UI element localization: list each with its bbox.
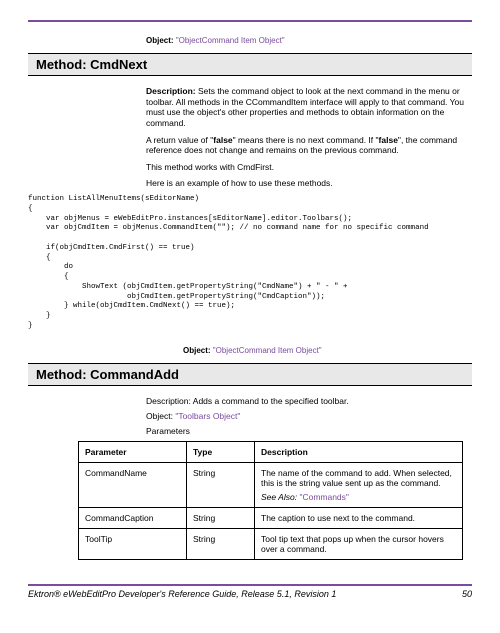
- footer-title: Ektron® eWebEditPro Developer's Referenc…: [28, 589, 336, 599]
- object-reference-1: Object: "ObjectCommand Item Object": [28, 36, 472, 45]
- header-description: Description: [255, 441, 463, 462]
- toolbars-object-link[interactable]: "Toolbars Object": [175, 411, 240, 421]
- object-label: Object:: [146, 411, 173, 421]
- page-number: 50: [462, 589, 472, 599]
- object-reference-2: Object: "ObjectCommand Item Object": [28, 346, 472, 355]
- object-label: Object:: [183, 346, 211, 355]
- parameters-table: Parameter Type Description CommandName S…: [78, 441, 463, 560]
- commands-link[interactable]: "Commands": [299, 492, 349, 502]
- object-label: Object:: [146, 36, 174, 45]
- see-also-label: See Also:: [261, 492, 299, 502]
- method-heading-commandadd: Method: CommandAdd: [28, 363, 472, 386]
- description-label: Description:: [146, 396, 191, 406]
- param-desc: Tool tip text that pops up when the curs…: [255, 528, 463, 559]
- code-example: function ListAllMenuItems(sEditorName) {…: [28, 195, 472, 332]
- cmdnext-description: Description: Sets the command object to …: [28, 86, 472, 189]
- param-type: String: [187, 528, 255, 559]
- header-type: Type: [187, 441, 255, 462]
- method-heading-cmdnext: Method: CmdNext: [28, 53, 472, 76]
- param-type: String: [187, 462, 255, 507]
- object-link[interactable]: "ObjectCommand Item Object": [176, 36, 285, 45]
- example-intro: Here is an example of how to use these m…: [146, 178, 472, 189]
- top-rule: [28, 20, 472, 22]
- table-row: CommandCaption String The caption to use…: [79, 507, 463, 528]
- param-desc: The name of the command to add. When sel…: [255, 462, 463, 507]
- header-parameter: Parameter: [79, 441, 187, 462]
- table-header-row: Parameter Type Description: [79, 441, 463, 462]
- cmdfirst-note: This method works with CmdFirst.: [146, 162, 472, 173]
- page-footer: Ektron® eWebEditPro Developer's Referenc…: [28, 584, 472, 599]
- param-desc: The caption to use next to the command.: [255, 507, 463, 528]
- param-name: CommandName: [79, 462, 187, 507]
- commandadd-description: Description: Adds a command to the speci…: [28, 396, 472, 436]
- param-name: CommandCaption: [79, 507, 187, 528]
- param-type: String: [187, 507, 255, 528]
- param-name: ToolTip: [79, 528, 187, 559]
- description-label: Description:: [146, 86, 196, 96]
- parameters-heading: Parameters: [146, 426, 472, 436]
- description-text: Adds a command to the specified toolbar.: [191, 396, 349, 406]
- object-link[interactable]: "ObjectCommand Item Object": [213, 346, 322, 355]
- table-row: ToolTip String Tool tip text that pops u…: [79, 528, 463, 559]
- table-row: CommandName String The name of the comma…: [79, 462, 463, 507]
